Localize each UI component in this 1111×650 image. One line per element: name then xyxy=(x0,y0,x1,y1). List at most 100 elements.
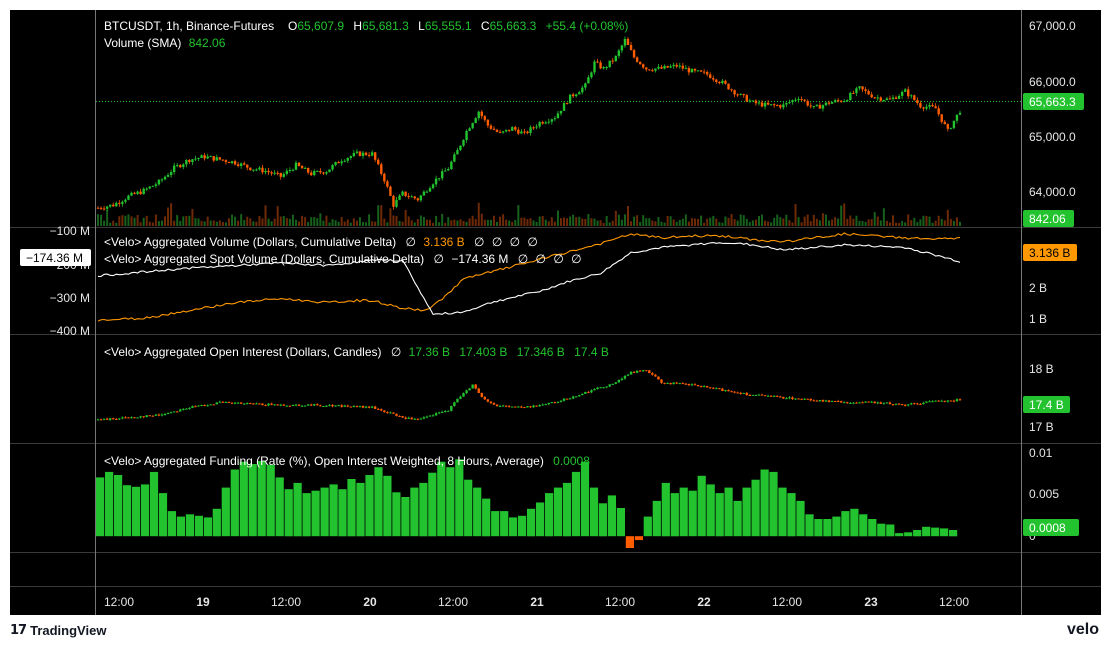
funding-bar xyxy=(805,514,814,537)
oi-candle xyxy=(291,404,295,406)
volume-bar xyxy=(371,221,374,226)
price-candle xyxy=(840,100,843,102)
oi-candle xyxy=(154,414,158,416)
volume-bar xyxy=(489,219,492,226)
volume-bar xyxy=(486,219,489,226)
oi-candle xyxy=(568,398,572,400)
oi-candle xyxy=(809,398,812,401)
tradingview-brand[interactable]: 17 TradingView xyxy=(10,623,106,638)
oi-candle xyxy=(279,404,282,406)
price-candle xyxy=(230,161,234,164)
oi-candle xyxy=(453,402,456,407)
volume-bar xyxy=(541,215,544,226)
oi-candle xyxy=(739,392,742,394)
price-candle xyxy=(102,208,106,210)
price-candle xyxy=(611,60,614,62)
volume-bar xyxy=(215,221,218,226)
oi-candle xyxy=(172,411,176,413)
volume-bar xyxy=(916,221,919,226)
volume-bar xyxy=(666,216,669,226)
volume-bar xyxy=(907,214,910,226)
volume-bar xyxy=(626,205,629,226)
volume-bar xyxy=(934,220,937,226)
oi-candle xyxy=(693,384,697,386)
chart-svg[interactable]: BTCUSDT, 1h, Binance-Futures O65,607.9 H… xyxy=(10,10,1101,615)
price-candle xyxy=(836,100,840,102)
price-candle xyxy=(632,50,636,58)
time-axis[interactable]: 12:00 19 12:00 20 12:00 21 12:00 22 12:00 23 12:00 xyxy=(104,595,969,609)
price-candle xyxy=(721,80,724,84)
oi-candle xyxy=(617,379,621,383)
funding-bar xyxy=(562,482,572,537)
chart-canvas[interactable]: BTCUSDT, 1h, Binance-Futures O65,607.9 H… xyxy=(10,10,1101,615)
volume-bar xyxy=(285,218,288,226)
price-candle xyxy=(218,157,222,160)
volume-bar xyxy=(633,216,636,226)
oi-candle xyxy=(590,390,593,393)
volume-bar xyxy=(718,222,721,226)
oi-candle xyxy=(870,401,873,403)
volume-bar xyxy=(444,222,447,226)
oi-candle xyxy=(724,390,727,392)
volume-bar xyxy=(164,216,167,226)
oi-candle xyxy=(931,401,934,403)
price-candle xyxy=(112,204,115,207)
volume-bar xyxy=(709,217,712,226)
oi-candle xyxy=(334,405,337,407)
oi-candle xyxy=(611,383,614,385)
oi-candle xyxy=(483,396,487,400)
volume-bar xyxy=(898,222,901,226)
price-candle xyxy=(812,106,815,108)
funding-bar xyxy=(437,461,446,537)
oi-candle xyxy=(952,400,956,402)
price-candle xyxy=(730,89,733,91)
price-candle xyxy=(672,64,675,67)
price-candle xyxy=(489,125,493,129)
price-candle xyxy=(599,62,602,69)
price-candle xyxy=(471,122,474,129)
oi-candle xyxy=(584,391,587,394)
price-candle xyxy=(358,151,362,156)
volume-bar xyxy=(547,221,550,226)
oi-candle xyxy=(112,418,115,420)
volume-bar xyxy=(937,215,940,226)
volume-bar xyxy=(429,219,432,226)
price-candle xyxy=(830,102,834,104)
price-candle xyxy=(151,185,155,187)
price-candle xyxy=(157,179,161,185)
oi-candle xyxy=(492,403,496,405)
volume-bar xyxy=(611,220,614,226)
volume-bar xyxy=(425,219,428,226)
price-candle xyxy=(718,81,721,84)
oi-legend-label: <Velo> Aggregated Open Interest (Dollars… xyxy=(104,345,382,359)
price-candle xyxy=(227,162,231,164)
volume-bar xyxy=(581,218,584,226)
price-candle xyxy=(401,191,404,196)
open-label: O xyxy=(288,19,297,33)
oi-candle xyxy=(709,387,712,389)
funding-bar xyxy=(464,479,473,537)
volume-bar xyxy=(849,215,852,226)
price-candle xyxy=(163,176,167,180)
price-candle xyxy=(118,202,121,204)
price-candle xyxy=(276,172,279,174)
funding-tag: 0.0008 xyxy=(1029,521,1066,535)
volume-bar xyxy=(645,218,648,226)
volume-bar xyxy=(928,216,931,226)
oi-candle xyxy=(282,404,286,406)
volume-bar xyxy=(553,221,556,226)
oi-candle xyxy=(782,396,785,399)
price-candle xyxy=(468,128,471,131)
oi-candle xyxy=(501,405,505,407)
price-candle xyxy=(608,60,611,68)
funding-bar xyxy=(176,516,185,537)
price-candle xyxy=(124,199,127,202)
funding-bar xyxy=(715,493,724,537)
funding-bar xyxy=(131,486,141,537)
price-candle xyxy=(745,95,748,102)
price-candle xyxy=(587,77,590,84)
price-candle xyxy=(160,179,164,181)
oi-candle xyxy=(340,405,343,407)
price-candle xyxy=(922,107,925,109)
funding-bar xyxy=(625,536,634,548)
